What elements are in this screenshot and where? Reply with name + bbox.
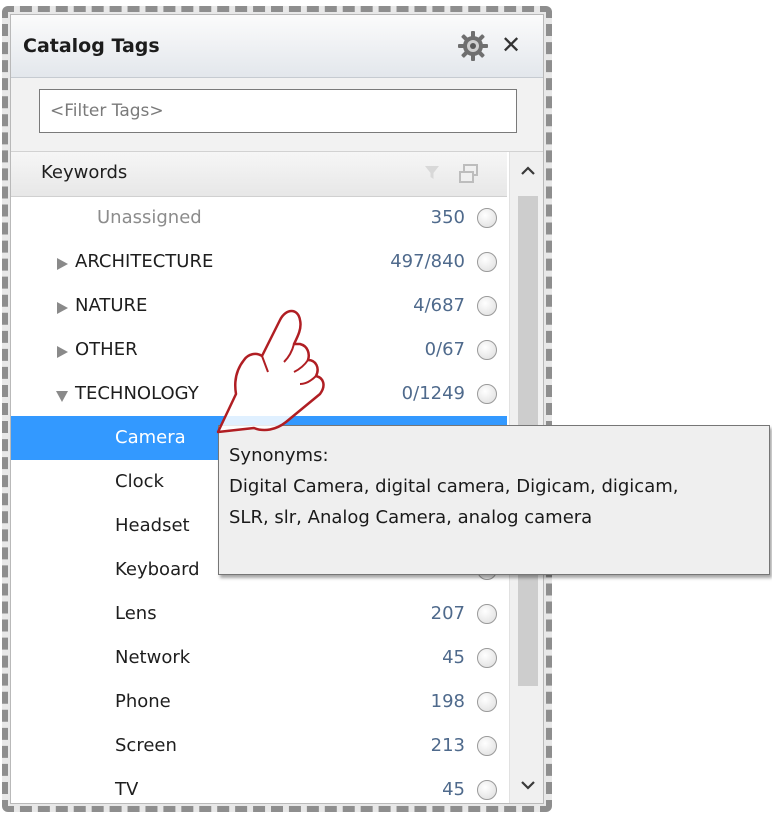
keyword-label: Unassigned xyxy=(97,207,202,228)
keyword-row[interactable]: TV 45 xyxy=(11,768,507,803)
keyword-label: Keyboard xyxy=(115,559,200,580)
keyword-row[interactable]: Screen 213 xyxy=(11,724,507,768)
keyword-label: Lens xyxy=(115,603,157,624)
keyword-radio[interactable] xyxy=(477,604,497,624)
keyword-count: 213 xyxy=(430,735,465,756)
keyword-label: TV xyxy=(115,779,139,800)
collapse-arrow-icon[interactable] xyxy=(56,391,68,402)
expand-arrow-icon[interactable] xyxy=(57,346,68,358)
keyword-label: ARCHITECTURE xyxy=(75,251,214,272)
close-icon[interactable]: ✕ xyxy=(501,31,521,59)
expand-arrow-icon[interactable] xyxy=(57,258,68,270)
hand-pointer-icon xyxy=(216,309,325,434)
keyword-label: Camera xyxy=(115,427,186,448)
gear-icon[interactable] xyxy=(457,30,489,62)
filter-tags-input[interactable] xyxy=(39,89,517,133)
scroll-up-icon[interactable] xyxy=(520,164,536,178)
tooltip-line-1: Digital Camera, digital camera, Digicam,… xyxy=(229,476,679,497)
keyword-row[interactable]: ARCHITECTURE 497/840 xyxy=(11,240,507,284)
keyword-row[interactable]: Unassigned 350 xyxy=(11,196,507,240)
synonyms-tooltip: Synonyms: Digital Camera, digital camera… xyxy=(218,425,770,575)
keyword-count: 350 xyxy=(430,207,465,228)
keyword-row[interactable]: Network 45 xyxy=(11,636,507,680)
keyword-label: TECHNOLOGY xyxy=(75,383,199,404)
keyword-count: 0/67 xyxy=(424,339,465,360)
expand-arrow-icon[interactable] xyxy=(57,302,68,314)
panel-title: Catalog Tags xyxy=(23,35,160,57)
tooltip-line-2: SLR, slr, Analog Camera, analog camera xyxy=(229,507,593,528)
keyword-count: 45 xyxy=(442,779,465,800)
keyword-count: 4/687 xyxy=(413,295,465,316)
keyword-label: Phone xyxy=(115,691,171,712)
keyword-row[interactable]: Lens 207 xyxy=(11,592,507,636)
keyword-count: 207 xyxy=(430,603,465,624)
scroll-down-icon[interactable] xyxy=(520,778,536,792)
keyword-radio[interactable] xyxy=(477,648,497,668)
keyword-radio[interactable] xyxy=(477,296,497,316)
keyword-count: 497/840 xyxy=(390,251,465,272)
keyword-radio[interactable] xyxy=(477,384,497,404)
keyword-count: 45 xyxy=(442,647,465,668)
keywords-header-label: Keywords xyxy=(41,162,128,183)
keyword-label: NATURE xyxy=(75,295,148,316)
keyword-count: 198 xyxy=(430,691,465,712)
keyword-label: Headset xyxy=(115,515,190,536)
collapse-all-icon[interactable] xyxy=(459,164,479,184)
keywords-header[interactable]: Keywords xyxy=(11,152,507,197)
keyword-radio[interactable] xyxy=(477,208,497,228)
tooltip-title: Synonyms: xyxy=(229,445,329,466)
keyword-row[interactable]: Phone 198 xyxy=(11,680,507,724)
filter-icon[interactable] xyxy=(425,166,439,180)
keyword-label: OTHER xyxy=(75,339,138,360)
keyword-radio[interactable] xyxy=(477,736,497,756)
keyword-radio[interactable] xyxy=(477,780,497,800)
keyword-label: Screen xyxy=(115,735,177,756)
keyword-radio[interactable] xyxy=(477,692,497,712)
keyword-label: Clock xyxy=(115,471,164,492)
panel-titlebar: Catalog Tags ✕ xyxy=(11,15,543,78)
keyword-radio[interactable] xyxy=(477,252,497,272)
keyword-radio[interactable] xyxy=(477,340,497,360)
keyword-label: Network xyxy=(115,647,191,668)
keyword-count: 0/1249 xyxy=(401,383,465,404)
